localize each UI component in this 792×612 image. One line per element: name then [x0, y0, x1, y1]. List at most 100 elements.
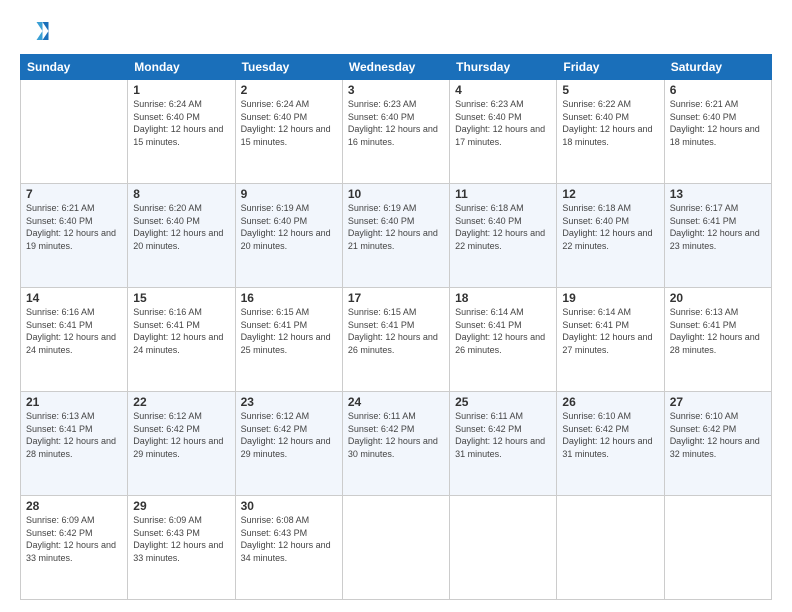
day-number: 4	[455, 83, 551, 97]
day-info: Sunrise: 6:21 AM Sunset: 6:40 PM Dayligh…	[670, 98, 766, 148]
day-number: 25	[455, 395, 551, 409]
sunrise-text: Sunrise: 6:24 AM	[241, 98, 337, 111]
calendar-cell: 15 Sunrise: 6:16 AM Sunset: 6:41 PM Dayl…	[128, 288, 235, 392]
sunrise-text: Sunrise: 6:10 AM	[670, 410, 766, 423]
sunrise-text: Sunrise: 6:13 AM	[670, 306, 766, 319]
sunset-text: Sunset: 6:40 PM	[562, 215, 658, 228]
calendar-cell: 23 Sunrise: 6:12 AM Sunset: 6:42 PM Dayl…	[235, 392, 342, 496]
sunset-text: Sunset: 6:42 PM	[241, 423, 337, 436]
calendar-cell: 12 Sunrise: 6:18 AM Sunset: 6:40 PM Dayl…	[557, 184, 664, 288]
calendar-cell: 13 Sunrise: 6:17 AM Sunset: 6:41 PM Dayl…	[664, 184, 771, 288]
daylight-text: Daylight: 12 hours and 29 minutes.	[133, 435, 229, 460]
sunrise-text: Sunrise: 6:21 AM	[26, 202, 122, 215]
sunrise-text: Sunrise: 6:19 AM	[241, 202, 337, 215]
sunrise-text: Sunrise: 6:14 AM	[455, 306, 551, 319]
sunrise-text: Sunrise: 6:23 AM	[348, 98, 444, 111]
sunset-text: Sunset: 6:40 PM	[348, 111, 444, 124]
weekday-header-friday: Friday	[557, 55, 664, 80]
day-info: Sunrise: 6:14 AM Sunset: 6:41 PM Dayligh…	[455, 306, 551, 356]
day-number: 10	[348, 187, 444, 201]
day-number: 8	[133, 187, 229, 201]
sunrise-text: Sunrise: 6:22 AM	[562, 98, 658, 111]
daylight-text: Daylight: 12 hours and 33 minutes.	[26, 539, 122, 564]
day-number: 30	[241, 499, 337, 513]
daylight-text: Daylight: 12 hours and 28 minutes.	[670, 331, 766, 356]
daylight-text: Daylight: 12 hours and 31 minutes.	[562, 435, 658, 460]
day-info: Sunrise: 6:11 AM Sunset: 6:42 PM Dayligh…	[348, 410, 444, 460]
sunset-text: Sunset: 6:41 PM	[348, 319, 444, 332]
calendar-week-row: 21 Sunrise: 6:13 AM Sunset: 6:41 PM Dayl…	[21, 392, 772, 496]
daylight-text: Daylight: 12 hours and 18 minutes.	[670, 123, 766, 148]
daylight-text: Daylight: 12 hours and 30 minutes.	[348, 435, 444, 460]
sunset-text: Sunset: 6:40 PM	[133, 111, 229, 124]
calendar-cell: 14 Sunrise: 6:16 AM Sunset: 6:41 PM Dayl…	[21, 288, 128, 392]
weekday-header-thursday: Thursday	[450, 55, 557, 80]
day-info: Sunrise: 6:14 AM Sunset: 6:41 PM Dayligh…	[562, 306, 658, 356]
day-info: Sunrise: 6:08 AM Sunset: 6:43 PM Dayligh…	[241, 514, 337, 564]
logo	[20, 16, 54, 46]
calendar-cell: 17 Sunrise: 6:15 AM Sunset: 6:41 PM Dayl…	[342, 288, 449, 392]
day-number: 13	[670, 187, 766, 201]
page: SundayMondayTuesdayWednesdayThursdayFrid…	[0, 0, 792, 612]
calendar-cell	[664, 496, 771, 600]
sunrise-text: Sunrise: 6:21 AM	[670, 98, 766, 111]
daylight-text: Daylight: 12 hours and 19 minutes.	[26, 227, 122, 252]
daylight-text: Daylight: 12 hours and 33 minutes.	[133, 539, 229, 564]
calendar-cell: 20 Sunrise: 6:13 AM Sunset: 6:41 PM Dayl…	[664, 288, 771, 392]
daylight-text: Daylight: 12 hours and 15 minutes.	[241, 123, 337, 148]
day-info: Sunrise: 6:10 AM Sunset: 6:42 PM Dayligh…	[562, 410, 658, 460]
sunrise-text: Sunrise: 6:14 AM	[562, 306, 658, 319]
sunrise-text: Sunrise: 6:16 AM	[133, 306, 229, 319]
day-info: Sunrise: 6:16 AM Sunset: 6:41 PM Dayligh…	[133, 306, 229, 356]
calendar-week-row: 14 Sunrise: 6:16 AM Sunset: 6:41 PM Dayl…	[21, 288, 772, 392]
day-number: 9	[241, 187, 337, 201]
sunset-text: Sunset: 6:43 PM	[241, 527, 337, 540]
day-info: Sunrise: 6:12 AM Sunset: 6:42 PM Dayligh…	[241, 410, 337, 460]
sunrise-text: Sunrise: 6:16 AM	[26, 306, 122, 319]
weekday-header-sunday: Sunday	[21, 55, 128, 80]
sunset-text: Sunset: 6:41 PM	[670, 215, 766, 228]
sunrise-text: Sunrise: 6:09 AM	[133, 514, 229, 527]
day-info: Sunrise: 6:24 AM Sunset: 6:40 PM Dayligh…	[241, 98, 337, 148]
calendar-cell: 7 Sunrise: 6:21 AM Sunset: 6:40 PM Dayli…	[21, 184, 128, 288]
day-info: Sunrise: 6:13 AM Sunset: 6:41 PM Dayligh…	[26, 410, 122, 460]
calendar-week-row: 1 Sunrise: 6:24 AM Sunset: 6:40 PM Dayli…	[21, 80, 772, 184]
day-number: 7	[26, 187, 122, 201]
daylight-text: Daylight: 12 hours and 26 minutes.	[348, 331, 444, 356]
day-number: 23	[241, 395, 337, 409]
calendar-cell: 22 Sunrise: 6:12 AM Sunset: 6:42 PM Dayl…	[128, 392, 235, 496]
day-info: Sunrise: 6:12 AM Sunset: 6:42 PM Dayligh…	[133, 410, 229, 460]
sunset-text: Sunset: 6:40 PM	[348, 215, 444, 228]
sunrise-text: Sunrise: 6:11 AM	[348, 410, 444, 423]
sunrise-text: Sunrise: 6:10 AM	[562, 410, 658, 423]
daylight-text: Daylight: 12 hours and 34 minutes.	[241, 539, 337, 564]
header	[20, 16, 772, 46]
day-number: 15	[133, 291, 229, 305]
daylight-text: Daylight: 12 hours and 29 minutes.	[241, 435, 337, 460]
sunrise-text: Sunrise: 6:20 AM	[133, 202, 229, 215]
day-number: 19	[562, 291, 658, 305]
calendar-cell: 27 Sunrise: 6:10 AM Sunset: 6:42 PM Dayl…	[664, 392, 771, 496]
sunset-text: Sunset: 6:42 PM	[455, 423, 551, 436]
daylight-text: Daylight: 12 hours and 26 minutes.	[455, 331, 551, 356]
calendar-cell: 25 Sunrise: 6:11 AM Sunset: 6:42 PM Dayl…	[450, 392, 557, 496]
sunset-text: Sunset: 6:41 PM	[562, 319, 658, 332]
daylight-text: Daylight: 12 hours and 27 minutes.	[562, 331, 658, 356]
logo-icon	[20, 16, 50, 46]
calendar-cell: 11 Sunrise: 6:18 AM Sunset: 6:40 PM Dayl…	[450, 184, 557, 288]
daylight-text: Daylight: 12 hours and 20 minutes.	[133, 227, 229, 252]
day-number: 12	[562, 187, 658, 201]
day-number: 20	[670, 291, 766, 305]
calendar-cell: 24 Sunrise: 6:11 AM Sunset: 6:42 PM Dayl…	[342, 392, 449, 496]
calendar-cell	[21, 80, 128, 184]
day-number: 16	[241, 291, 337, 305]
calendar-cell	[342, 496, 449, 600]
sunset-text: Sunset: 6:42 PM	[562, 423, 658, 436]
sunrise-text: Sunrise: 6:23 AM	[455, 98, 551, 111]
sunset-text: Sunset: 6:42 PM	[348, 423, 444, 436]
sunset-text: Sunset: 6:40 PM	[133, 215, 229, 228]
sunrise-text: Sunrise: 6:24 AM	[133, 98, 229, 111]
calendar-cell: 29 Sunrise: 6:09 AM Sunset: 6:43 PM Dayl…	[128, 496, 235, 600]
sunrise-text: Sunrise: 6:13 AM	[26, 410, 122, 423]
calendar-cell: 4 Sunrise: 6:23 AM Sunset: 6:40 PM Dayli…	[450, 80, 557, 184]
